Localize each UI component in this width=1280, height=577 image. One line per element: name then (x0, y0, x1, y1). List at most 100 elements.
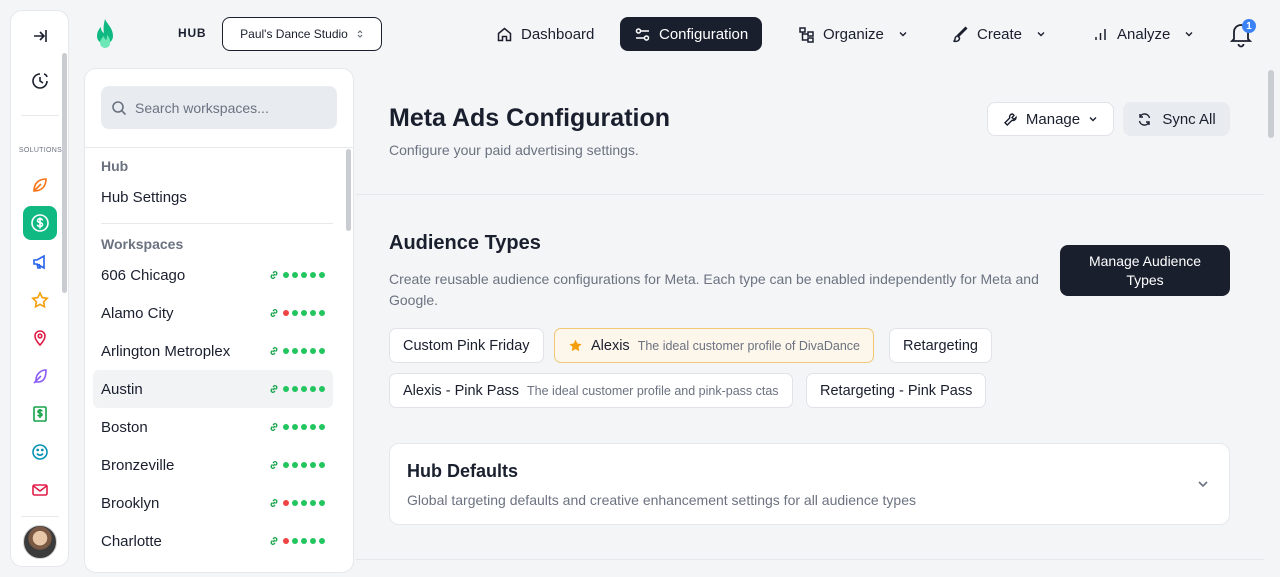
audience-chip-default[interactable]: Alexis The ideal customer profile of Div… (554, 328, 875, 363)
workspace-item[interactable]: Alamo City (93, 294, 333, 332)
workspace-item-name: 606 Chicago (101, 266, 186, 284)
link-icon (270, 309, 278, 317)
workspace-status (268, 307, 325, 319)
hub-defaults-card[interactable]: Hub Defaults Global targeting defaults a… (389, 443, 1230, 525)
status-dot (310, 310, 316, 316)
star-icon[interactable] (23, 283, 57, 317)
studio-select-value: Paul's Dance Studio (240, 27, 348, 41)
manage-button-label: Manage (1025, 110, 1081, 128)
status-dot (301, 424, 307, 430)
nav-dashboard[interactable]: Dashboard (482, 17, 608, 51)
workspace-item[interactable]: Bronzeville (93, 446, 333, 484)
leaf-icon[interactable] (23, 168, 57, 202)
manage-audience-types-button[interactable]: Manage Audience Types (1060, 245, 1230, 296)
page-scrollbar[interactable] (1268, 70, 1274, 138)
chevron-down-icon (899, 32, 907, 37)
chevron-down-icon[interactable] (1196, 477, 1210, 491)
page-title: Meta Ads Configuration (389, 104, 671, 132)
link-icon (270, 537, 278, 545)
nav-analyze[interactable]: Analyze (1078, 17, 1208, 51)
chevron-updown-icon (357, 30, 363, 38)
nav-create[interactable]: Create (938, 17, 1060, 51)
clock-icon[interactable] (23, 64, 57, 98)
hub-defaults-description: Global targeting defaults and creative e… (407, 492, 916, 508)
workspace-item[interactable]: Charlotte (93, 522, 333, 560)
dollar-icon[interactable] (23, 206, 57, 240)
status-dot (310, 462, 316, 468)
workspace-item-name: Boston (101, 418, 148, 436)
status-dot (292, 272, 298, 278)
workspace-item[interactable]: Boston (93, 408, 333, 446)
workspace-search[interactable] (101, 86, 337, 129)
megaphone-icon[interactable] (23, 245, 57, 279)
chevron-down-icon (1089, 117, 1097, 122)
hub-label: HUB (178, 26, 207, 40)
rail-divider (21, 516, 59, 517)
smile-icon[interactable] (23, 435, 57, 469)
status-dot (283, 424, 289, 430)
money-icon[interactable] (23, 397, 57, 431)
status-dot (283, 462, 289, 468)
status-dot (319, 462, 325, 468)
audience-chip[interactable]: Retargeting - Pink Pass (806, 373, 987, 408)
collapse-icon[interactable] (23, 19, 57, 53)
nav-organize-label: Organize (823, 25, 884, 43)
workspace-status (268, 459, 325, 471)
audience-chip[interactable]: Retargeting (889, 328, 992, 363)
nav-configuration[interactable]: Configuration (620, 17, 763, 51)
mail-icon[interactable] (23, 473, 57, 507)
status-dot (319, 348, 325, 354)
status-dot (319, 272, 325, 278)
sync-all-button[interactable]: Sync All (1123, 102, 1230, 136)
left-rail: SOLUTIONS (10, 10, 69, 567)
workspaces-section-heading: Workspaces (101, 236, 184, 252)
hub-section-heading: Hub (101, 158, 129, 174)
status-dot (283, 272, 289, 278)
manage-button[interactable]: Manage (987, 102, 1114, 136)
status-dot (301, 538, 307, 544)
workspace-item-name: Alamo City (101, 304, 174, 322)
workspace-item[interactable]: Arlington Metroplex (93, 332, 333, 370)
section-divider (356, 194, 1264, 195)
flame-logo-icon[interactable] (92, 18, 118, 50)
audience-chip-label: Retargeting (903, 337, 978, 354)
workspace-panel: Hub Hub Settings Workspaces 606 Chicago A… (84, 68, 354, 573)
audience-chip[interactable]: Custom Pink Friday (389, 328, 544, 363)
location-icon[interactable] (23, 321, 57, 355)
status-dot (301, 462, 307, 468)
status-dot (310, 538, 316, 544)
workspace-item[interactable]: Brooklyn (93, 484, 333, 522)
rail-divider (21, 115, 59, 116)
workspace-item[interactable]: Austin (93, 370, 333, 408)
hub-settings-link[interactable]: Hub Settings (101, 189, 187, 206)
page-subtitle: Configure your paid advertising settings… (389, 142, 639, 158)
audience-chip[interactable]: Alexis - Pink Pass The ideal customer pr… (389, 373, 793, 408)
audience-types-description: Create reusable audience configurations … (389, 271, 1039, 308)
workspace-scrollbar[interactable] (346, 149, 351, 231)
brush-icon (953, 25, 968, 42)
link-icon (270, 271, 278, 279)
rail-scrollbar[interactable] (62, 53, 67, 293)
avatar[interactable] (23, 525, 57, 559)
workspace-status (268, 345, 325, 357)
hierarchy-icon (799, 26, 814, 43)
link-icon (270, 347, 278, 355)
chevron-down-icon (1037, 32, 1045, 37)
status-dot (310, 348, 316, 354)
status-dot (292, 386, 298, 392)
studio-select[interactable]: Paul's Dance Studio (222, 17, 382, 51)
workspace-item[interactable]: 606 Chicago (93, 256, 333, 294)
sync-all-label: Sync All (1162, 110, 1216, 128)
workspace-item-name: Brooklyn (101, 494, 160, 512)
workspace-list: 606 Chicago Alamo City Arlington Metroplex… (93, 256, 333, 560)
workspace-search-input[interactable] (135, 99, 325, 116)
hub-defaults-title: Hub Defaults (407, 461, 519, 481)
feather-icon[interactable] (23, 359, 57, 393)
panel-divider (101, 223, 333, 224)
nav-organize[interactable]: Organize (784, 17, 922, 51)
notification-badge: 1 (1242, 19, 1256, 33)
status-dot (319, 538, 325, 544)
chevron-down-icon (1185, 32, 1193, 37)
status-dot (301, 500, 307, 506)
status-dot (310, 386, 316, 392)
